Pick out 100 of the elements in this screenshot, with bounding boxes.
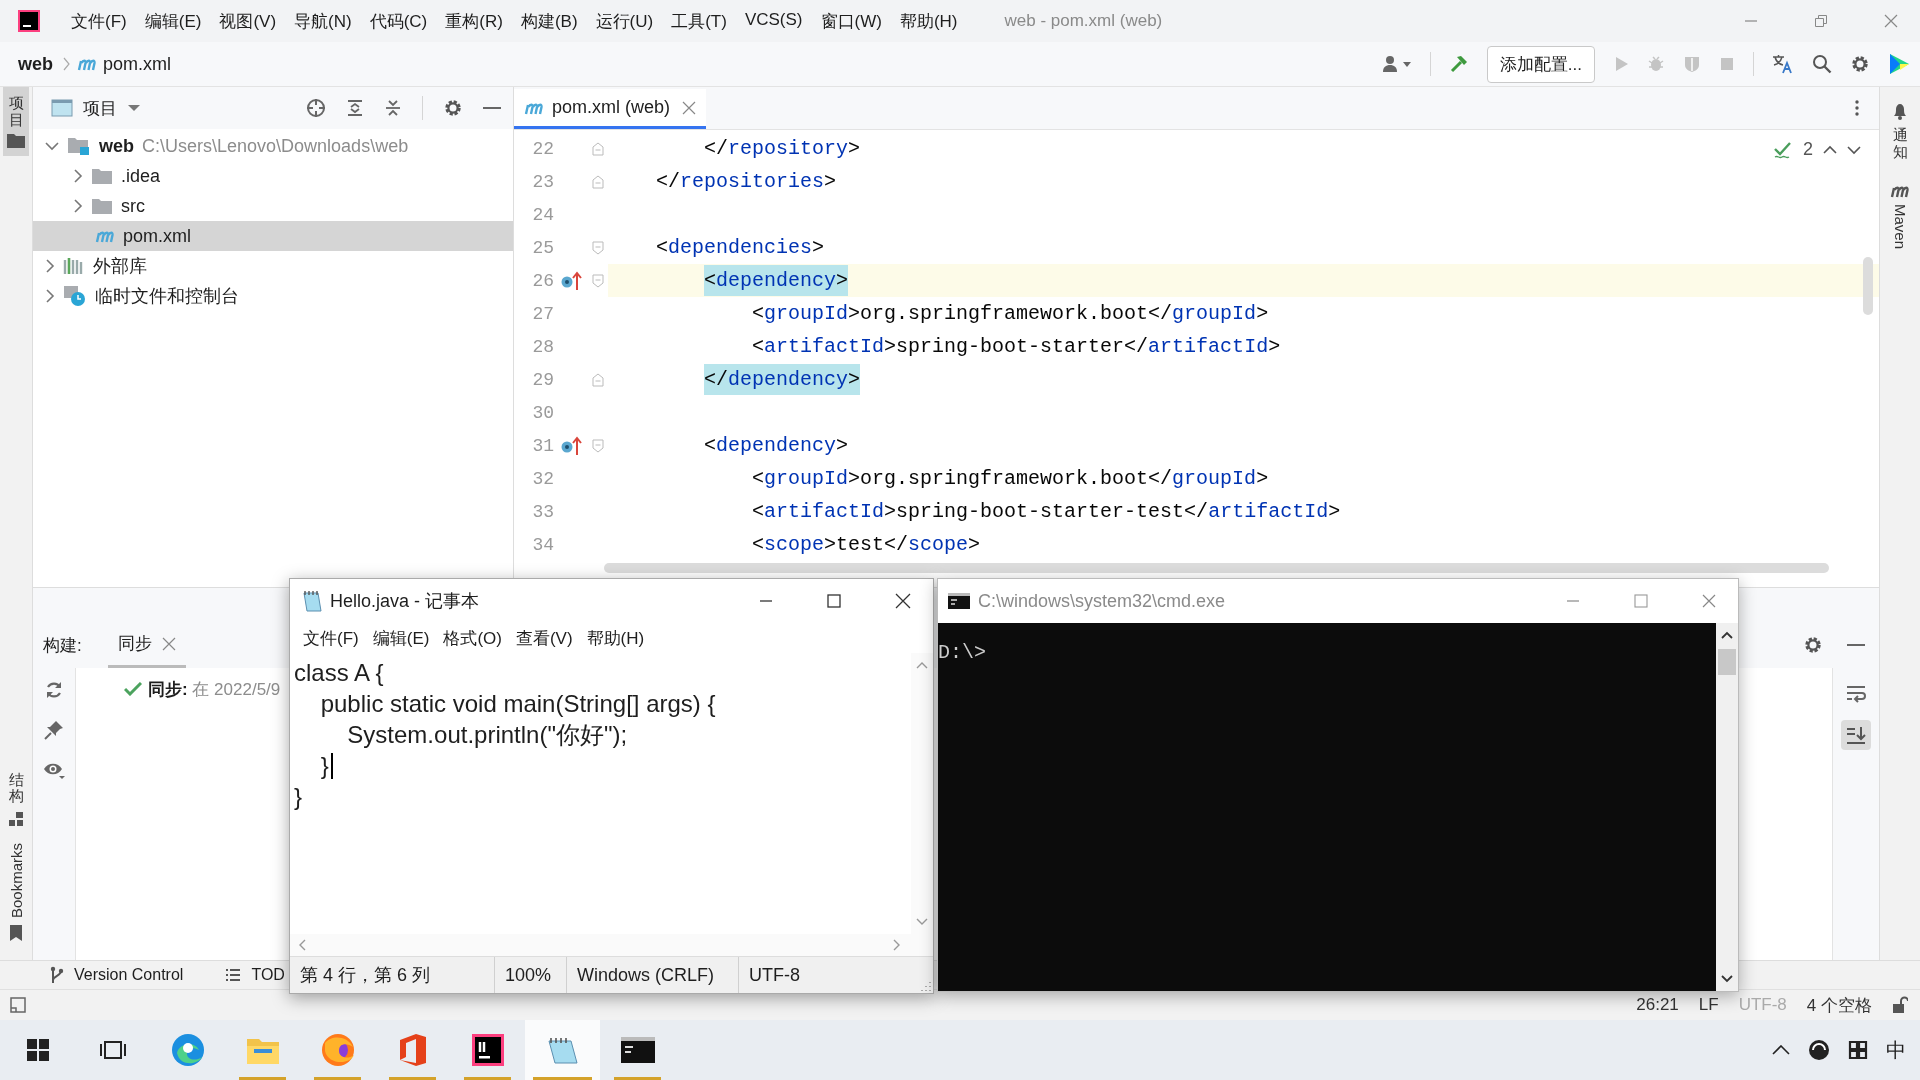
status-item[interactable]: 4 个空格 [1806, 993, 1872, 1017]
translate-icon[interactable] [1772, 54, 1794, 74]
tool-window-button[interactable]: Version Control [50, 966, 184, 984]
menu-item[interactable]: 重构(R) [436, 9, 512, 33]
more-icon[interactable] [1855, 100, 1859, 116]
brand-logo-icon[interactable] [1888, 53, 1910, 75]
inspection-count[interactable]: 2 [1803, 139, 1813, 160]
scroll-to-end-icon[interactable] [1841, 720, 1871, 750]
task-view-icon[interactable] [99, 1038, 126, 1062]
input-method-icon[interactable] [1848, 1040, 1868, 1060]
tree-item[interactable]: 临时文件和控制台 [33, 281, 513, 311]
sync-status-icon[interactable] [1808, 1039, 1830, 1061]
tree-item[interactable]: .idea [33, 161, 513, 191]
notepad-icon[interactable] [545, 1035, 580, 1065]
tool-window-button[interactable]: 项目 [3, 87, 29, 156]
crosshair-icon[interactable] [306, 98, 326, 118]
override-marker-icon[interactable] [560, 270, 582, 291]
fold-marker-icon[interactable] [592, 240, 604, 255]
menu-item[interactable]: 构建(B) [511, 9, 587, 33]
breadcrumb-item[interactable]: pom.xml [103, 53, 172, 75]
tree-item[interactable]: 外部库 [33, 251, 513, 281]
input-mode-indicator[interactable]: 中 [1886, 1036, 1906, 1064]
menu-item[interactable]: 帮助(H) [890, 9, 967, 33]
scroll-down-icon[interactable] [1721, 975, 1733, 983]
scroll-right-icon[interactable] [893, 939, 901, 951]
menu-item[interactable]: 文件(F) [296, 626, 366, 650]
menu-item[interactable]: VCS(S) [735, 9, 812, 33]
user-dropdown-icon[interactable] [1381, 55, 1412, 73]
ide-icon[interactable] [471, 1034, 504, 1066]
menu-item[interactable]: 代码(C) [360, 9, 437, 33]
status-item[interactable]: LF [1698, 995, 1719, 1015]
soft-wrap-icon[interactable] [1846, 684, 1866, 704]
menu-item[interactable]: 帮助(H) [579, 626, 652, 650]
menu-item[interactable]: 编辑(E) [365, 626, 437, 650]
editor-tab[interactable]: pom.xml (web) [514, 89, 707, 129]
chevron-right-icon[interactable] [73, 169, 83, 183]
start-icon[interactable] [25, 1038, 50, 1062]
settings-icon[interactable] [1803, 635, 1823, 655]
chevron-right-icon[interactable] [45, 259, 55, 273]
tool-window-button[interactable]: Bookmarks [3, 834, 29, 950]
resize-grip-icon[interactable] [921, 981, 931, 991]
status-item[interactable]: 26:21 [1636, 995, 1679, 1015]
fold-marker-icon[interactable] [592, 372, 604, 387]
collapse-all-icon[interactable] [384, 99, 402, 117]
fold-marker-icon[interactable] [592, 174, 604, 189]
menu-item[interactable]: 视图(V) [210, 9, 286, 33]
tool-window-button[interactable]: 结构 [4, 763, 28, 835]
fold-marker-icon[interactable] [592, 273, 604, 288]
fold-marker-icon[interactable] [592, 438, 604, 453]
settings-icon[interactable] [1850, 54, 1870, 74]
scrollbar-thumb[interactable] [604, 563, 1829, 573]
lock-icon[interactable] [1892, 996, 1908, 1014]
settings-icon[interactable] [443, 98, 463, 118]
chevron-right-icon[interactable] [45, 289, 55, 303]
scroll-left-icon[interactable] [298, 939, 306, 951]
arrow-up-icon[interactable] [1823, 144, 1837, 155]
override-marker-icon[interactable] [560, 435, 582, 456]
tree-item[interactable]: src [33, 191, 513, 221]
menu-item[interactable]: 查看(V) [508, 626, 580, 650]
menu-item[interactable]: 窗口(W) [811, 9, 891, 33]
add-configuration-button[interactable]: 添加配置... [1486, 45, 1595, 83]
browser-icon[interactable] [170, 1033, 205, 1067]
chevron-up-icon[interactable] [1772, 1045, 1790, 1055]
close-icon[interactable] [895, 593, 911, 609]
expand-all-icon[interactable] [346, 99, 364, 117]
browser-icon[interactable] [320, 1033, 355, 1067]
menu-item[interactable]: 工具(T) [662, 9, 736, 33]
minimize-icon[interactable] [1847, 643, 1865, 647]
scrollbar-thumb[interactable] [1863, 257, 1873, 315]
scrollbar-thumb[interactable] [1718, 649, 1736, 675]
maximize-icon[interactable] [827, 594, 841, 608]
menu-item[interactable]: 编辑(E) [135, 9, 211, 33]
panel-title[interactable]: 项目 [83, 96, 117, 120]
caret-down-icon[interactable] [127, 104, 141, 112]
terminal-icon[interactable] [620, 1037, 655, 1063]
fold-marker-icon[interactable] [592, 141, 604, 156]
search-icon[interactable] [1812, 54, 1832, 74]
build-status-text[interactable]: 同步: 在 2022/5/9 [148, 677, 281, 701]
menu-item[interactable]: 文件(F) [62, 9, 136, 33]
hammer-icon[interactable] [1448, 54, 1469, 74]
chevron-down-icon[interactable] [45, 141, 59, 151]
document-app-icon[interactable] [397, 1033, 428, 1067]
tool-window-button[interactable]: 通知 [1887, 93, 1913, 168]
menu-item[interactable]: 格式(O) [436, 626, 509, 650]
tree-item[interactable]: pom.xml [33, 221, 513, 251]
pin-icon[interactable] [44, 720, 64, 740]
tool-window-button[interactable]: TOD [225, 966, 285, 984]
minimize-icon[interactable] [483, 106, 501, 110]
breadcrumb-item[interactable]: web [18, 53, 53, 75]
scroll-up-icon[interactable] [1721, 631, 1733, 639]
arrow-down-icon[interactable] [1847, 144, 1861, 155]
refresh-icon[interactable] [44, 680, 64, 700]
menu-item[interactable]: 运行(U) [586, 9, 663, 33]
code-line: </repository> [703, 137, 861, 160]
menu-item[interactable]: 导航(N) [285, 9, 361, 33]
chevron-right-icon[interactable] [73, 199, 83, 213]
tool-window-button[interactable]: Maven [1886, 176, 1914, 258]
layout-icon[interactable] [10, 997, 26, 1013]
restore-icon[interactable] [1814, 14, 1828, 28]
tree-item[interactable]: web C:\Users\Lenovo\Downloads\web [33, 131, 513, 161]
